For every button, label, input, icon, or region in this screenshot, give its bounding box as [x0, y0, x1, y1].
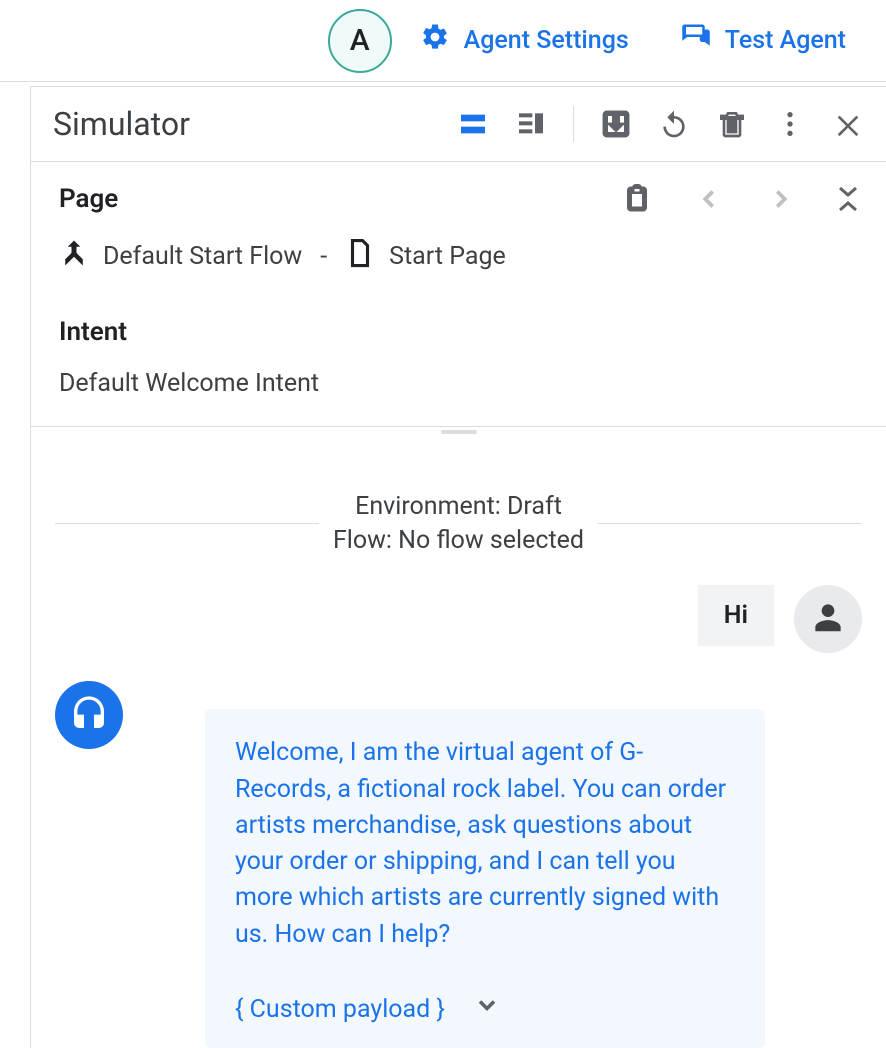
environment-divider: Environment: Draft Flow: No flow selecte… [55, 490, 862, 558]
separator [573, 106, 574, 142]
environment-line: Environment: Draft [333, 490, 584, 524]
breadcrumb-separator: - [320, 242, 327, 271]
collapse-icon[interactable] [838, 186, 858, 212]
simulator-actions [457, 106, 864, 142]
close-icon[interactable] [832, 108, 864, 140]
agent-message-text: Welcome, I am the virtual agent of G-Rec… [235, 735, 735, 953]
intent-value[interactable]: Default Welcome Intent [59, 369, 858, 398]
agent-avatar-initial[interactable]: A [328, 9, 392, 73]
agent-message-bubble[interactable]: Welcome, I am the virtual agent of G-Rec… [205, 709, 765, 1048]
delete-icon[interactable] [716, 108, 748, 140]
top-left-group: A Agent Settings [328, 9, 629, 73]
conversation-area: Environment: Draft Flow: No flow selecte… [31, 438, 886, 1048]
page-breadcrumb: Default Start Flow - Start Page [59, 238, 858, 275]
page-outline-icon [345, 238, 375, 275]
top-bar: A Agent Settings Test Agent [0, 0, 886, 82]
prev-icon[interactable] [694, 184, 724, 214]
page-label: Page [59, 184, 118, 214]
next-icon[interactable] [766, 184, 796, 214]
headset-icon [69, 693, 109, 737]
chat-icon [681, 22, 711, 59]
page-info-header: Page [59, 184, 858, 214]
avatar-letter: A [350, 23, 370, 58]
chevron-down-icon [473, 991, 501, 1030]
user-message-text: Hi [724, 601, 748, 630]
agent-avatar-bubble [55, 681, 123, 749]
simulator-panel: Simulator [30, 86, 886, 1048]
user-avatar [794, 585, 862, 653]
resize-handle[interactable] [31, 427, 886, 438]
gear-icon [420, 22, 450, 59]
test-agent-link[interactable]: Test Agent [681, 22, 846, 59]
intent-label: Intent [59, 317, 858, 347]
view-full-icon[interactable] [457, 108, 489, 140]
save-icon[interactable] [600, 108, 632, 140]
simulator-header: Simulator [31, 87, 886, 162]
flow-name[interactable]: Default Start Flow [103, 242, 302, 271]
view-split-icon[interactable] [515, 108, 547, 140]
flow-merge-icon [59, 238, 89, 275]
test-agent-label: Test Agent [725, 26, 846, 55]
page-name[interactable]: Start Page [389, 242, 506, 271]
person-icon [809, 598, 847, 640]
custom-payload-label: { Custom payload } [235, 992, 445, 1028]
clipboard-icon[interactable] [622, 184, 652, 214]
more-icon[interactable] [774, 108, 806, 140]
reset-icon[interactable] [658, 108, 690, 140]
flow-line: Flow: No flow selected [333, 524, 584, 558]
agent-settings-link[interactable]: Agent Settings [420, 22, 629, 59]
user-message-bubble[interactable]: Hi [698, 585, 774, 646]
page-info-icons [622, 184, 858, 214]
page-info-block: Page Default Start [31, 162, 886, 427]
agent-settings-label: Agent Settings [464, 26, 629, 55]
custom-payload-toggle[interactable]: { Custom payload } [235, 991, 735, 1030]
simulator-title: Simulator [53, 105, 190, 143]
user-message-row: Hi [55, 585, 862, 653]
